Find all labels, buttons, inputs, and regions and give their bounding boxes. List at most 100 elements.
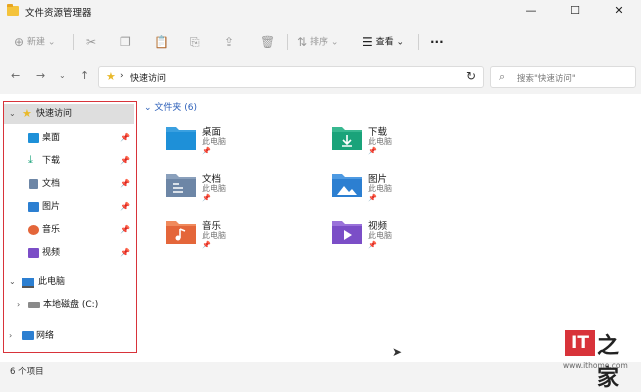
address-row: ← → ⌄ ↑ ★ › 快速访问 ↻ ⌕ 搜索"快速访问" <box>0 62 641 92</box>
pin-icon: 📌 <box>120 248 130 257</box>
sidebar-item-local-disk[interactable]: › 本地磁盘 (C:) <box>4 295 134 315</box>
view-label: 查看 <box>375 37 394 48</box>
chevron-down-icon[interactable]: ⌄ <box>9 272 16 292</box>
view-button[interactable]: ☰ 查看 ⌄ <box>362 32 404 52</box>
address-bar[interactable]: ★ › 快速访问 ↻ <box>98 66 484 88</box>
copy-icon: ❐ <box>120 35 131 49</box>
pin-icon: 📌 <box>368 147 377 155</box>
pictures-icon <box>28 202 39 212</box>
share-icon: ⇪ <box>224 35 235 49</box>
sort-button[interactable]: ⇅ 排序 ⌄ <box>297 32 338 52</box>
sidebar-item-pictures[interactable]: 图片 📌 <box>4 197 134 217</box>
search-box[interactable]: ⌕ 搜索"快速访问" <box>490 66 636 88</box>
chevron-right-icon[interactable]: › <box>9 326 12 346</box>
new-button[interactable]: ⊕ 新建 ⌄ <box>14 32 55 52</box>
share-button[interactable]: ⇪ <box>224 32 234 52</box>
drive-icon <box>28 302 40 308</box>
back-arrow-icon[interactable]: ← <box>11 69 20 82</box>
sidebar-item-label: 文档 <box>42 179 61 189</box>
close-button[interactable]: ✕ <box>597 0 641 24</box>
computer-icon <box>22 278 34 288</box>
sidebar-item-this-pc[interactable]: ⌄ 此电脑 <box>4 272 134 292</box>
scissors-icon: ✂ <box>86 35 97 49</box>
music-icon <box>28 225 39 235</box>
videos-folder-icon <box>332 221 362 244</box>
content-pane: ⌄ 文件夹 (6) 桌面 此电脑 📌 下载 此电脑 📌 文档 此电脑 📌 图片 … <box>138 94 641 362</box>
chevron-right-icon[interactable]: › <box>17 295 20 315</box>
sidebar-item-label: 音乐 <box>42 225 61 235</box>
sidebar-item-label: 网络 <box>36 331 55 341</box>
folder-tile-music[interactable]: 音乐 此电脑 📌 <box>165 215 315 255</box>
sort-label: 排序 <box>309 37 328 48</box>
maximize-button[interactable]: ☐ <box>553 0 597 24</box>
sidebar-item-label: 本地磁盘 (C:) <box>43 300 99 310</box>
chevron-down-icon: ⌄ <box>47 37 56 48</box>
file-explorer-icon <box>7 4 19 16</box>
download-icon: ⤓ <box>28 153 33 166</box>
folders-section-header[interactable]: ⌄ 文件夹 (6) <box>144 100 197 113</box>
music-folder-icon <box>166 221 196 244</box>
folder-location: 此电脑 <box>368 184 392 193</box>
pin-icon: 📌 <box>368 241 377 249</box>
minimize-button[interactable]: — <box>509 0 553 24</box>
document-icon <box>29 179 38 189</box>
refresh-icon[interactable]: ↻ <box>466 69 476 83</box>
sidebar-item-network[interactable]: › 网络 <box>4 326 134 346</box>
copy-button[interactable]: ❐ <box>120 32 131 52</box>
pin-icon: 📌 <box>120 225 130 234</box>
divider <box>287 34 288 50</box>
pin-icon: 📌 <box>120 133 130 142</box>
trash-icon: 🗑 <box>260 35 276 49</box>
folder-tile-pictures[interactable]: 图片 此电脑 📌 <box>331 168 481 208</box>
folder-tile-documents[interactable]: 文档 此电脑 📌 <box>165 168 315 208</box>
chevron-right-icon: › <box>120 71 124 81</box>
more-options-button[interactable]: ··· <box>430 32 444 52</box>
sidebar-item-label: 下载 <box>42 156 61 166</box>
pin-icon: 📌 <box>202 194 211 202</box>
folder-tile-desktop[interactable]: 桌面 此电脑 📌 <box>165 121 315 161</box>
chevron-down-icon[interactable]: ⌄ <box>9 104 16 124</box>
video-icon <box>28 248 39 258</box>
star-icon: ★ <box>22 107 32 120</box>
view-icon: ☰ <box>362 35 373 49</box>
divider <box>73 34 74 50</box>
command-bar: ⊕ 新建 ⌄ ✂ ❐ 📋 ⎘ ⇪ 🗑 ⇅ 排序 ⌄ ☰ 查看 ⌄ ··· <box>0 26 641 58</box>
sidebar-item-documents[interactable]: 文档 📌 <box>4 174 134 194</box>
title-bar: 文件资源管理器 — ☐ ✕ <box>0 0 641 24</box>
sidebar-item-label: 快速访问 <box>36 109 73 119</box>
pin-icon: 📌 <box>120 179 130 188</box>
pin-icon: 📌 <box>120 202 130 211</box>
cut-button[interactable]: ✂ <box>86 32 96 52</box>
sidebar-item-label: 此电脑 <box>38 277 66 287</box>
folder-tile-videos[interactable]: 视频 此电脑 📌 <box>331 215 481 255</box>
sidebar-item-quick-access[interactable]: ⌄ ★ 快速访问 <box>4 104 134 124</box>
address-path: 快速访问 <box>130 74 167 84</box>
up-arrow-icon[interactable]: ↑ <box>80 69 89 82</box>
sidebar-item-videos[interactable]: 视频 📌 <box>4 243 134 263</box>
sidebar-item-downloads[interactable]: ⤓ 下载 📌 <box>4 151 134 171</box>
divider <box>418 34 419 50</box>
desktop-icon <box>28 133 39 143</box>
sidebar-item-desktop[interactable]: 桌面 📌 <box>4 128 134 148</box>
item-count: 6 个项目 <box>10 367 44 377</box>
folder-location: 此电脑 <box>368 137 392 146</box>
sidebar-item-music[interactable]: 音乐 📌 <box>4 220 134 240</box>
new-label: 新建 <box>26 37 45 48</box>
folder-location: 此电脑 <box>368 231 392 240</box>
documents-folder-icon <box>166 174 196 197</box>
rename-icon: ⎘ <box>190 35 200 49</box>
rename-button[interactable]: ⎘ <box>190 32 200 52</box>
window-title: 文件资源管理器 <box>25 8 92 19</box>
sidebar-item-label: 桌面 <box>42 133 61 143</box>
folder-location: 此电脑 <box>202 137 226 146</box>
folder-location: 此电脑 <box>202 231 226 240</box>
forward-arrow-icon[interactable]: → <box>36 69 45 82</box>
chevron-down-icon: ⌄ <box>396 37 405 48</box>
delete-button[interactable]: 🗑 <box>260 32 275 52</box>
sidebar-item-label: 图片 <box>42 202 61 212</box>
folder-tile-downloads[interactable]: 下载 此电脑 📌 <box>331 121 481 161</box>
recent-chevron-icon[interactable]: ⌄ <box>59 71 66 80</box>
paste-button[interactable]: 📋 <box>154 32 169 52</box>
folder-location: 此电脑 <box>202 184 226 193</box>
mouse-cursor-icon: ➤ <box>392 345 403 359</box>
